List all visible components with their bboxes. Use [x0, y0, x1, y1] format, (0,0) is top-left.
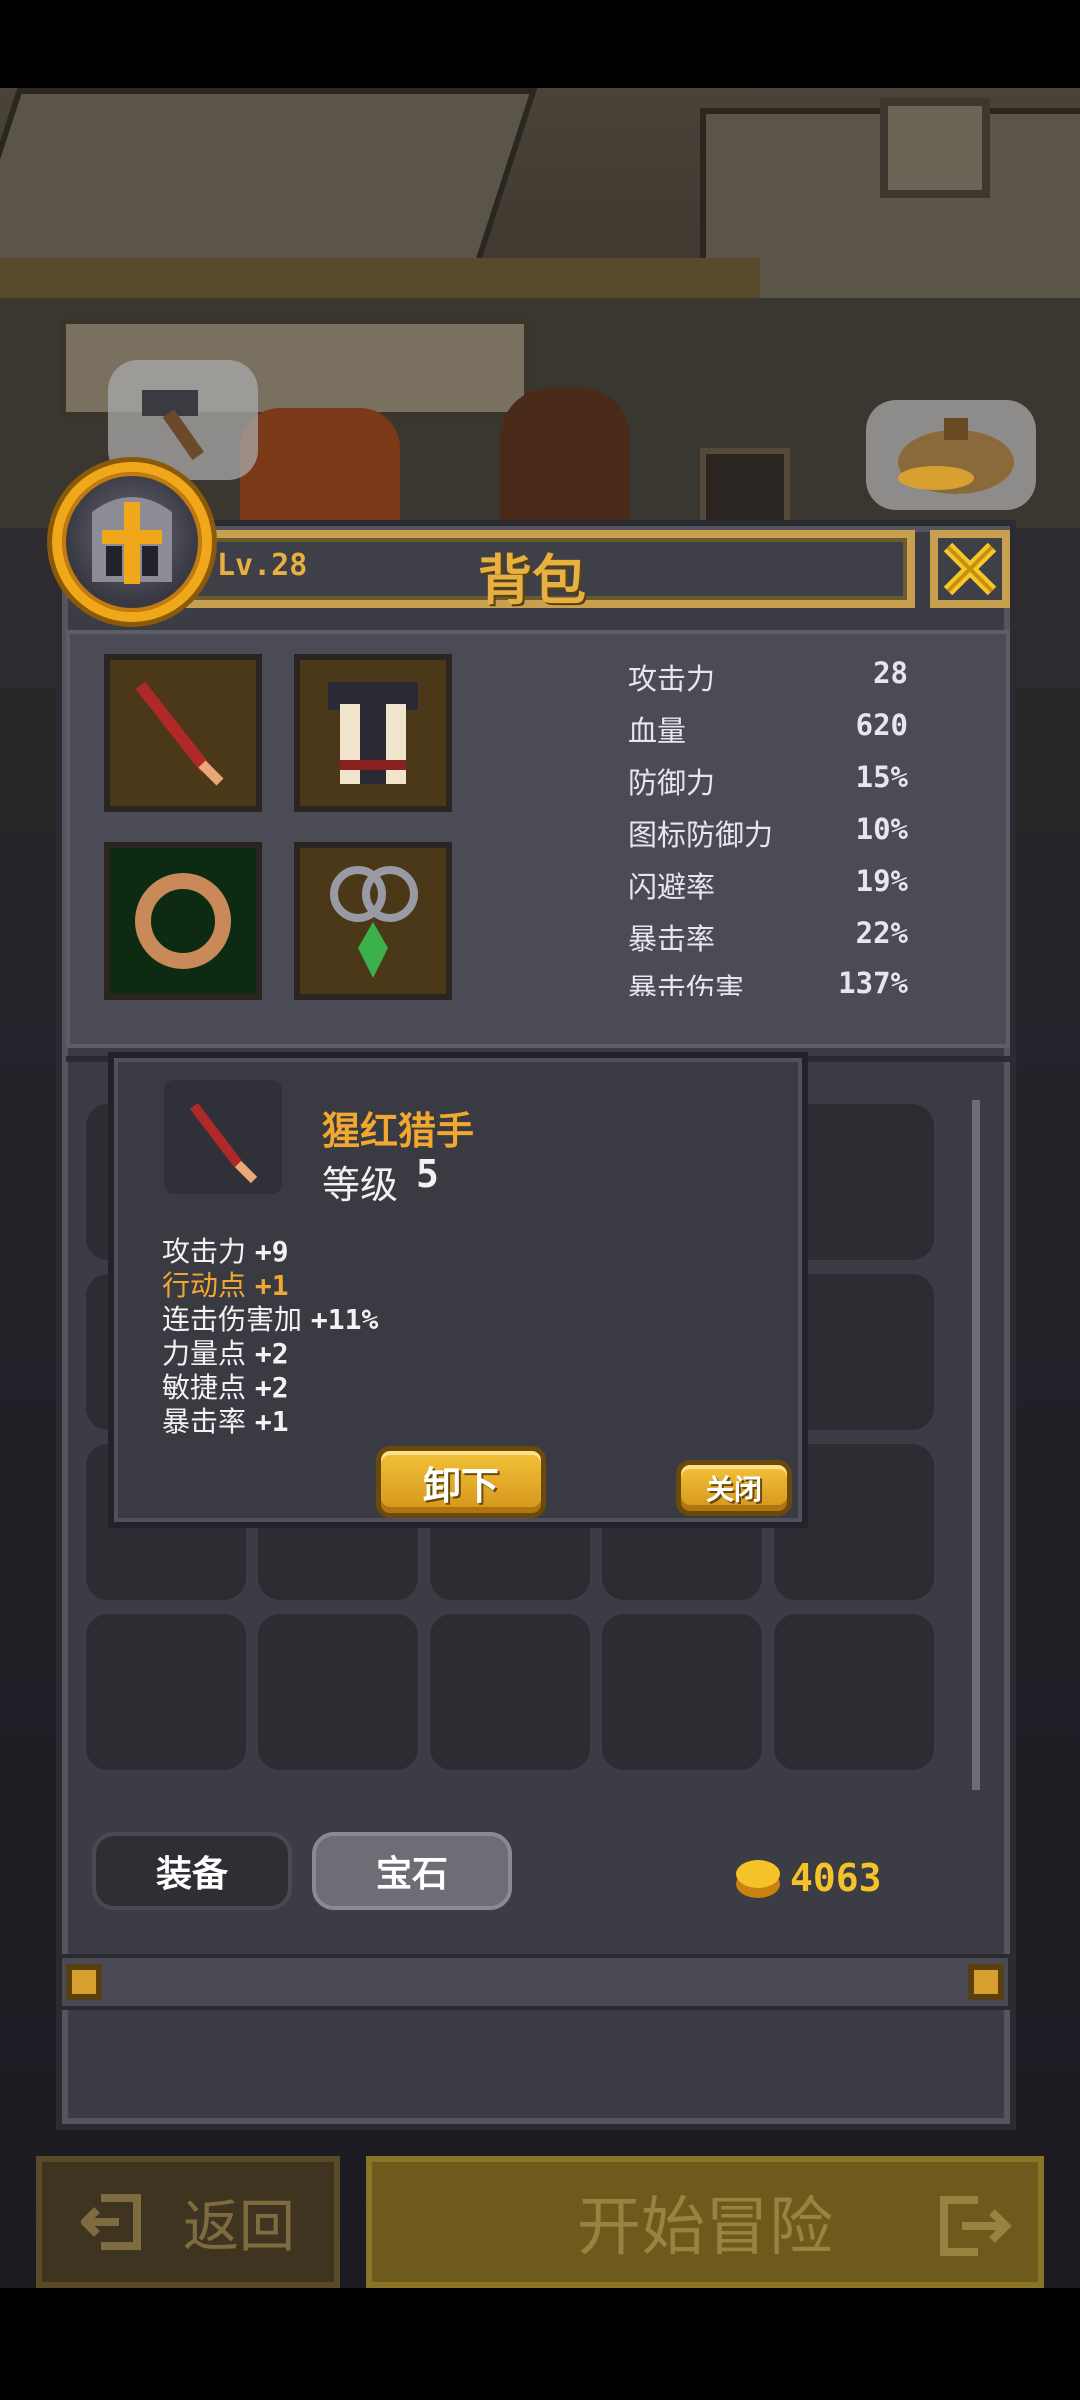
stat-label: 血量	[628, 714, 687, 748]
helmet-icon	[92, 497, 172, 584]
stat-label: 攻击力	[628, 662, 716, 696]
stat-defense: 防御力 15%	[628, 760, 908, 808]
bonus-value: +1	[254, 1405, 289, 1438]
stat-attack: 攻击力 28	[628, 656, 908, 704]
start-adventure-button[interactable]: 开始冒险	[366, 2156, 1044, 2288]
gold-amount: 4063	[790, 1856, 882, 1900]
inventory-slot[interactable]	[774, 1614, 934, 1770]
exit-right-icon	[940, 2196, 1012, 2256]
item-level-label: 等级	[322, 1163, 399, 1207]
inventory-slot[interactable]	[602, 1614, 762, 1770]
weapon-slot[interactable]	[104, 654, 262, 812]
stat-value: 15%	[855, 760, 908, 794]
bonus-line: 暴击率 +1	[162, 1400, 289, 1440]
stat-crit-rate: 暴击率 22%	[628, 916, 908, 964]
red-dagger-icon	[135, 681, 224, 786]
start-label: 开始冒险	[577, 2191, 833, 2265]
tooltip-item-frame	[164, 1080, 282, 1194]
stat-value: 28	[873, 656, 908, 690]
red-dagger-icon	[190, 1102, 258, 1184]
ring-slot[interactable]	[104, 842, 262, 1000]
tooltip-close-label: 关闭	[705, 1473, 762, 1506]
green-gem-amulet-icon	[330, 866, 418, 978]
armor-slot[interactable]	[294, 654, 452, 812]
building-window	[880, 98, 990, 198]
page-title: 背包	[478, 549, 586, 612]
shopkeeper-hood	[240, 408, 400, 528]
inventory-slot[interactable]	[258, 1614, 418, 1770]
inventory-slot[interactable]	[86, 1614, 246, 1770]
bonus-value: +11%	[310, 1303, 379, 1336]
back-label: 返回	[183, 2194, 295, 2260]
barred-window	[700, 448, 790, 528]
stat-label: 图标防御力	[628, 818, 774, 852]
tab-gems[interactable]: 宝石	[312, 1832, 512, 1910]
stat-dodge: 闪避率 19%	[628, 864, 908, 912]
tooltip-close-button[interactable]: 关闭	[676, 1460, 792, 1516]
gold-coin-icon	[734, 1856, 782, 1900]
unequip-label: 卸下	[422, 1463, 499, 1508]
tab-equipment-label: 装备	[155, 1854, 228, 1895]
panel-bottom-trim	[58, 1954, 1012, 2010]
close-panel-button[interactable]	[930, 530, 1010, 608]
inventory-slot[interactable]	[430, 1614, 590, 1770]
hooded-figure	[500, 388, 630, 528]
stat-crit-damage: 暴击伤害 137%	[628, 966, 908, 996]
item-name: 猩红猎手	[322, 1109, 475, 1153]
item-level-value: 5	[416, 1152, 439, 1196]
rivet-right	[968, 1964, 1004, 2000]
unequip-button[interactable]: 卸下	[376, 1446, 546, 1518]
stat-value: 10%	[855, 812, 908, 846]
stat-label: 防御力	[628, 766, 716, 800]
back-button[interactable]: 返回	[36, 2156, 340, 2288]
bronze-ring-icon	[135, 873, 231, 969]
title-bar: Lv.28 背包	[175, 530, 915, 612]
bonus-label: 暴击率	[162, 1405, 247, 1438]
stat-value: 22%	[855, 916, 908, 950]
exit-left-icon	[81, 2194, 141, 2250]
stat-icon-defense: 图标防御力 10%	[628, 812, 908, 860]
stat-hp: 血量 620	[628, 708, 908, 756]
tab-gems-label: 宝石	[375, 1854, 448, 1895]
player-level: Lv.28	[217, 548, 308, 583]
stat-value: 620	[855, 708, 908, 742]
stat-value: 137%	[838, 966, 908, 996]
stat-label: 闪避率	[628, 870, 716, 904]
leather-armor-icon	[328, 682, 418, 784]
stat-label: 暴击伤害	[628, 972, 745, 996]
item-tooltip: 猩红猎手 等级 5 攻击力 +9 行动点 +1 连击伤害加 +11% 力量点 +…	[108, 1052, 808, 1528]
money-bag-icon	[898, 418, 1014, 494]
player-avatar[interactable]	[52, 462, 212, 622]
stat-crit-damage-clip: 暴击伤害 137%	[628, 962, 908, 996]
rivet-left	[66, 1964, 102, 2000]
stat-value: 19%	[855, 864, 908, 898]
inventory-scrollbar[interactable]	[972, 1100, 980, 1790]
close-icon	[943, 542, 997, 596]
wooden-beam	[0, 258, 760, 298]
amulet-slot[interactable]	[294, 842, 452, 1000]
loot-bag-button[interactable]	[866, 400, 1036, 510]
tab-equipment[interactable]: 装备	[92, 1832, 292, 1910]
stat-label: 暴击率	[628, 922, 716, 956]
